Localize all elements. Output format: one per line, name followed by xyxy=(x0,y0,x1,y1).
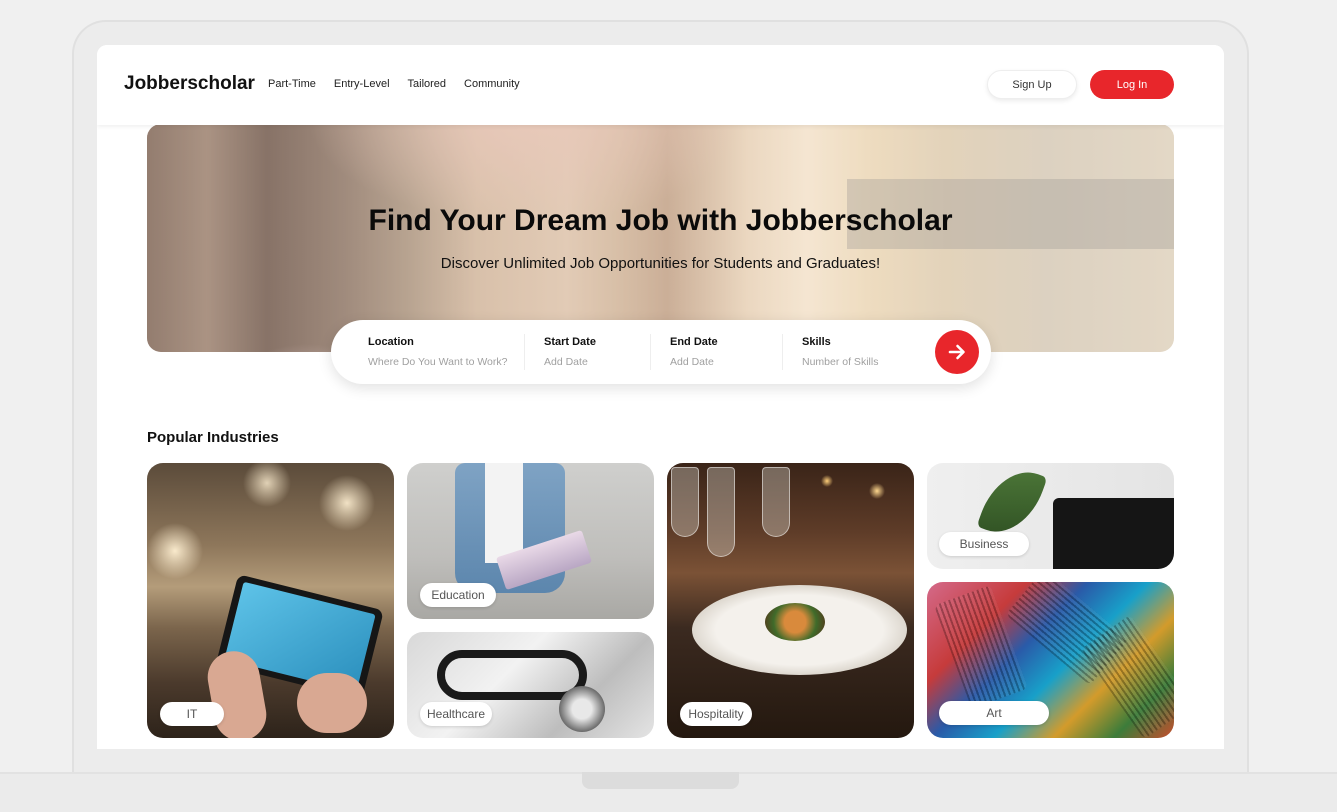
industry-card-business[interactable]: Business xyxy=(927,463,1174,569)
wine-glass-image xyxy=(671,467,699,537)
hero-banner: Find Your Dream Job with Jobberscholar D… xyxy=(147,124,1174,352)
location-label: Location xyxy=(368,336,414,348)
search-divider xyxy=(650,334,651,370)
stethoscope-head-image xyxy=(559,686,605,732)
bottle-image xyxy=(707,467,735,557)
industry-card-it[interactable]: IT xyxy=(147,463,394,738)
industry-card-art[interactable]: Art xyxy=(927,582,1174,738)
website-viewport: Jobberscholar Part-Time Entry-Level Tail… xyxy=(97,45,1224,749)
hero-subtitle: Discover Unlimited Job Opportunities for… xyxy=(440,255,881,272)
laptop-notch xyxy=(582,772,739,789)
search-divider xyxy=(782,334,783,370)
location-input[interactable]: Where Do You Want to Work? xyxy=(368,356,507,368)
food-image xyxy=(765,603,825,641)
nav-link-community[interactable]: Community xyxy=(464,78,520,90)
industry-label-education: Education xyxy=(420,583,496,607)
nav-link-tailored[interactable]: Tailored xyxy=(408,78,447,90)
industry-label-business: Business xyxy=(939,532,1029,556)
industry-label-healthcare: Healthcare xyxy=(420,702,492,726)
hero-title: Find Your Dream Job with Jobberscholar xyxy=(368,204,953,237)
start-date-field[interactable]: Start Date Add Date xyxy=(544,336,596,368)
wine-glass-image xyxy=(762,467,790,537)
login-button[interactable]: Log In xyxy=(1090,70,1174,99)
end-date-label: End Date xyxy=(670,336,718,348)
industry-card-healthcare[interactable]: Healthcare xyxy=(407,632,654,738)
arrow-right-icon xyxy=(948,344,965,360)
location-field[interactable]: Location Where Do You Want to Work? xyxy=(368,336,507,368)
end-date-input[interactable]: Add Date xyxy=(670,356,718,368)
signup-button[interactable]: Sign Up xyxy=(987,70,1077,99)
job-search-bar: Location Where Do You Want to Work? Star… xyxy=(331,320,991,384)
hand-image xyxy=(297,673,367,733)
search-submit-button[interactable] xyxy=(935,330,979,374)
end-date-field[interactable]: End Date Add Date xyxy=(670,336,718,368)
nav-link-entry-level[interactable]: Entry-Level xyxy=(334,78,390,90)
industry-label-it: IT xyxy=(160,702,224,726)
popular-industries-title: Popular Industries xyxy=(147,429,279,446)
industry-label-hospitality: Hospitality xyxy=(680,702,752,726)
nav-link-part-time[interactable]: Part-Time xyxy=(268,78,316,90)
industry-label-art: Art xyxy=(939,701,1049,725)
navbar: Jobberscholar Part-Time Entry-Level Tail… xyxy=(97,45,1224,125)
start-date-label: Start Date xyxy=(544,336,596,348)
student-shirt-image xyxy=(485,463,523,563)
industry-card-education[interactable]: Education xyxy=(407,463,654,619)
skills-field[interactable]: Skills Number of Skills xyxy=(802,336,878,368)
search-divider xyxy=(524,334,525,370)
skills-label: Skills xyxy=(802,336,831,348)
start-date-input[interactable]: Add Date xyxy=(544,356,596,368)
skills-input[interactable]: Number of Skills xyxy=(802,356,878,368)
nav-links: Part-Time Entry-Level Tailored Community xyxy=(268,78,520,90)
industry-card-hospitality[interactable]: Hospitality xyxy=(667,463,914,738)
laptop-image xyxy=(1053,498,1174,569)
brand-logo[interactable]: Jobberscholar xyxy=(124,73,255,95)
